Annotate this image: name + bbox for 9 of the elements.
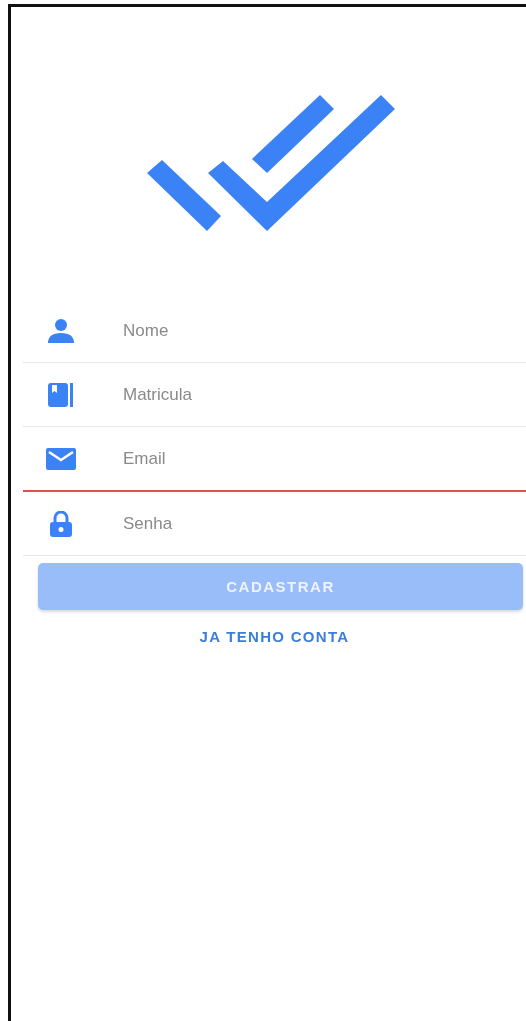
book-icon [47, 382, 74, 407]
login-link[interactable]: JA TENHO CONTA [193, 624, 356, 649]
text-field[interactable]: Nome [121, 309, 526, 352]
text-field[interactable]: Senha [121, 502, 526, 545]
mail-icon [45, 447, 76, 470]
text-field[interactable]: Email [121, 437, 526, 480]
person-icon [47, 318, 74, 343]
lock-icon [49, 510, 72, 537]
text-field[interactable]: Matricula [121, 373, 526, 416]
